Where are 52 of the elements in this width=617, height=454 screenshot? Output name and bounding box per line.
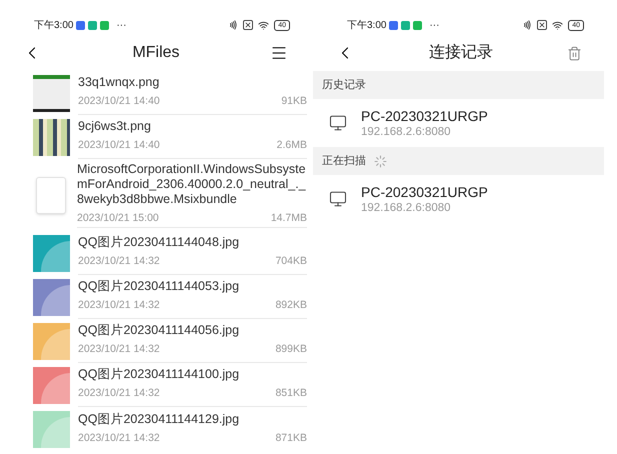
file-size: 871KB <box>275 430 307 446</box>
section-title: 历史记录 <box>322 78 366 93</box>
file-name[interactable]: MicrosoftCorporationII.WindowsSubsystemForAndroid_2306.40000.2.0_neutral_._8wekyb3d8bbwe.Msixbundle <box>77 162 307 208</box>
wifi-icon <box>258 20 270 30</box>
file-date: 2023/10/21 14:32 <box>78 342 160 358</box>
file-name[interactable]: QQ图片20230411144053.jpg <box>78 279 307 294</box>
screenshot-thumbnail <box>33 74 70 112</box>
device-address: 192.168.2.6:8080 <box>361 200 452 214</box>
file-icon <box>36 176 66 214</box>
file-name[interactable]: 33q1wnqx.png <box>78 75 307 90</box>
page-title: MFiles <box>132 43 180 63</box>
file-name[interactable]: QQ图片20230411144129.jpg <box>78 412 307 427</box>
status-time: 下午3:00 <box>347 18 386 32</box>
menu-icon[interactable] <box>270 44 288 62</box>
computer-icon <box>329 114 347 132</box>
device-item[interactable]: PC-20230321URGP 192.168.2.6:8080 <box>313 99 604 147</box>
file-date: 2023/10/21 14:40 <box>78 94 160 110</box>
file-date: 2023/10/21 15:00 <box>77 211 159 226</box>
file-date: 2023/10/21 14:32 <box>78 254 160 270</box>
file-size: 14.7MB <box>270 211 307 226</box>
sim-icon <box>243 20 254 30</box>
section-title: 正在扫描 <box>322 154 366 169</box>
file-name[interactable]: QQ图片20230411144100.jpg <box>78 367 307 382</box>
nfc-icon <box>228 20 238 30</box>
nfc-icon <box>522 20 532 30</box>
file-name[interactable]: QQ图片20230411144056.jpg <box>78 323 307 338</box>
status-time: 下午3:00 <box>34 18 74 32</box>
file-name[interactable]: 9cj6ws3t.png <box>78 119 307 134</box>
image-thumbnail <box>33 118 70 156</box>
file-size: 892KB <box>275 298 307 314</box>
page-title: 连接记录 <box>429 42 493 63</box>
more-notifications: ··· <box>429 18 440 32</box>
loading-spinner-icon <box>374 154 387 168</box>
device-name: PC-20230321URGP <box>361 108 488 124</box>
device-name: PC-20230321URGP <box>361 184 488 200</box>
sim-icon <box>537 20 548 30</box>
file-date: 2023/10/21 14:32 <box>78 298 160 314</box>
file-date: 2023/10/21 14:40 <box>78 138 160 154</box>
file-date: 2023/10/21 14:32 <box>78 430 160 446</box>
file-size: 704KB <box>275 254 307 270</box>
device-item[interactable]: PC-20230321URGP 192.168.2.6:8080 <box>313 175 604 223</box>
file-size: 851KB <box>275 386 307 402</box>
file-size: 2.6MB <box>276 138 307 154</box>
device-address: 192.168.2.6:8080 <box>361 124 452 138</box>
file-size: 91KB <box>281 94 307 110</box>
file-name[interactable]: QQ图片20230411144048.jpg <box>78 235 307 250</box>
trash-icon[interactable] <box>567 46 582 60</box>
file-date: 2023/10/21 14:32 <box>78 386 160 402</box>
more-notifications: ··· <box>116 18 126 32</box>
computer-icon <box>329 190 347 208</box>
wifi-icon <box>552 20 564 30</box>
file-size: 899KB <box>275 342 307 358</box>
